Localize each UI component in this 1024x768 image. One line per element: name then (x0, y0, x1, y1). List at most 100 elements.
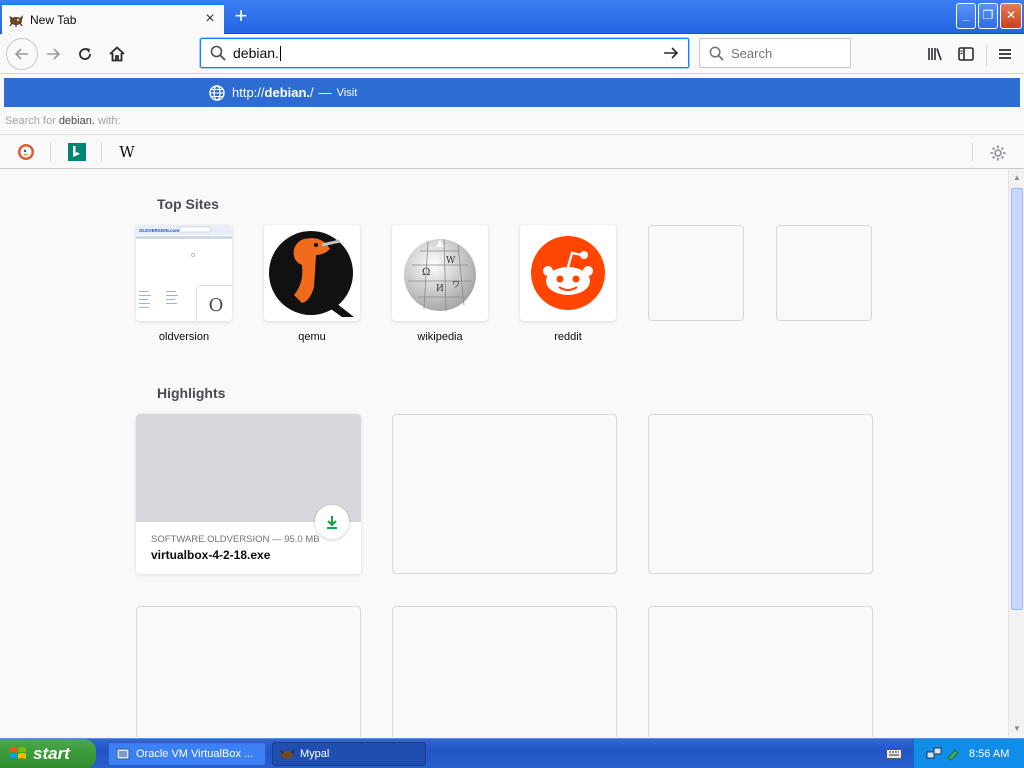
top-site-tile-qemu[interactable] (264, 225, 360, 321)
start-button[interactable]: start (0, 739, 96, 768)
network-icon[interactable] (926, 746, 942, 762)
svg-text:W: W (446, 256, 456, 266)
svg-text:ワ: ワ (452, 280, 460, 289)
svg-text:И: И (436, 284, 444, 294)
top-site-tile-oldversion[interactable]: OLDVERSION.com O (136, 225, 232, 321)
url-suffix: / (310, 85, 314, 100)
taskbar: start Oracle VM VirtualBox ... Mypal 8:5… (0, 738, 1024, 768)
engine-separator (101, 143, 102, 161)
search-for-prefix: Search for (5, 115, 56, 127)
wikipedia-engine-button[interactable]: W (116, 141, 138, 163)
globe-icon (209, 84, 225, 101)
search-placeholder: Search (731, 45, 773, 61)
qemu-logo-icon (269, 231, 354, 317)
search-for-label: Search for debian. with: (5, 115, 121, 127)
new-tab-page: Top Sites OLDVERSION.com O oldversion qe… (0, 170, 1008, 737)
one-off-search-engines: W (0, 134, 1024, 168)
top-site-tile-empty[interactable] (776, 225, 872, 321)
engine-separator (972, 143, 973, 161)
highlight-card-download[interactable]: SOFTWARE.OLDVERSION — 95.0 MB virtualbox… (136, 414, 361, 574)
tab-new-tab[interactable]: New Tab × (2, 3, 224, 34)
safely-remove-icon[interactable] (945, 746, 961, 762)
home-icon (109, 46, 125, 62)
top-site-tile-reddit[interactable] (520, 225, 616, 321)
bing-engine-button[interactable] (66, 141, 88, 163)
search-icon (709, 46, 724, 61)
reload-icon (79, 48, 91, 60)
search-for-term: debian. (58, 115, 95, 127)
url-input[interactable]: debian. (233, 45, 662, 62)
new-tab-button[interactable]: + (228, 5, 254, 29)
forward-button[interactable] (38, 39, 68, 69)
close-tab-icon[interactable]: × (202, 10, 218, 28)
top-site-label[interactable]: reddit (520, 331, 616, 343)
menu-icon (999, 49, 1011, 59)
search-bar[interactable]: Search (699, 38, 851, 68)
top-site-label[interactable]: oldversion (136, 331, 232, 343)
vertical-scrollbar[interactable]: ▲ ▼ (1008, 170, 1024, 737)
close-window-button[interactable]: ✕ (1000, 3, 1022, 29)
clock[interactable]: 8:56 AM (969, 748, 1009, 760)
duckduckgo-engine-button[interactable] (15, 141, 37, 163)
highlight-card-empty (392, 606, 617, 737)
maximize-button[interactable]: ❐ (978, 3, 998, 29)
url-bar[interactable]: debian. (200, 38, 689, 68)
system-tray: 8:56 AM (913, 739, 1024, 768)
taskbar-item-label: Oracle VM VirtualBox ... (136, 748, 254, 760)
virtualbox-icon (116, 748, 130, 760)
menu-button[interactable] (990, 39, 1020, 69)
search-settings-button[interactable] (986, 141, 1010, 165)
go-arrow-icon[interactable] (662, 44, 680, 62)
highlight-meta: SOFTWARE.OLDVERSION — 95.0 MB (151, 534, 320, 545)
top-site-label[interactable]: qemu (264, 331, 360, 343)
bing-icon (68, 143, 86, 161)
oldversion-thumb-logo: OLDVERSION.com (139, 228, 179, 233)
highlights-heading: Highlights (157, 385, 226, 401)
url-input-value: debian. (233, 44, 279, 61)
sidebar-button[interactable] (951, 39, 981, 69)
text-caret (279, 46, 281, 62)
svg-text:Ω: Ω (422, 267, 430, 278)
highlight-card-empty (392, 414, 617, 574)
toolbar-separator (986, 44, 987, 66)
highlight-card-empty (136, 606, 361, 737)
keyboard-icon[interactable] (886, 747, 902, 761)
engine-separator (50, 143, 51, 161)
highlight-card-empty (648, 606, 873, 737)
mypal-favicon-icon (9, 14, 23, 27)
url-prefix: http:// (232, 85, 265, 100)
library-button[interactable] (920, 39, 950, 69)
search-icon (210, 45, 226, 61)
minimize-button[interactable]: _ (956, 3, 976, 29)
scrollbar-thumb[interactable] (1011, 188, 1023, 610)
top-site-tile-wikipedia[interactable]: Ω W И ワ (392, 225, 488, 321)
duckduckgo-icon (18, 144, 34, 160)
scroll-down-arrow-icon[interactable]: ▼ (1010, 721, 1024, 737)
top-site-tile-empty[interactable] (648, 225, 744, 321)
gear-icon (990, 145, 1006, 161)
home-button[interactable] (102, 39, 132, 69)
suggestion-row-visit[interactable]: http://debian./ — Visit (4, 78, 1020, 107)
back-icon (14, 48, 28, 60)
reddit-logo-icon (531, 236, 605, 310)
suggestion-url: http://debian./ (232, 85, 314, 100)
back-button[interactable] (6, 38, 38, 70)
scroll-up-arrow-icon[interactable]: ▲ (1010, 170, 1024, 186)
top-site-label[interactable]: wikipedia (392, 331, 488, 343)
download-icon (327, 516, 337, 529)
url-suggestions-popup: http://debian./ — Visit Search for debia… (0, 75, 1024, 169)
highlight-card-empty (648, 414, 873, 574)
download-badge (315, 505, 349, 539)
wikipedia-icon: W (119, 143, 135, 161)
tab-strip: New Tab × + _ ❐ ✕ (0, 0, 1024, 34)
mypal-icon (280, 749, 294, 759)
search-for-suffix: with: (97, 115, 121, 127)
url-match: debian. (264, 85, 311, 100)
taskbar-item-mypal[interactable]: Mypal (272, 742, 426, 766)
tab-title: New Tab (30, 12, 77, 27)
taskbar-item-virtualbox[interactable]: Oracle VM VirtualBox ... (108, 742, 266, 766)
reload-button[interactable] (70, 39, 100, 69)
suggestion-action: Visit (336, 86, 358, 99)
library-icon (928, 48, 942, 61)
top-sites-heading: Top Sites (157, 196, 219, 212)
